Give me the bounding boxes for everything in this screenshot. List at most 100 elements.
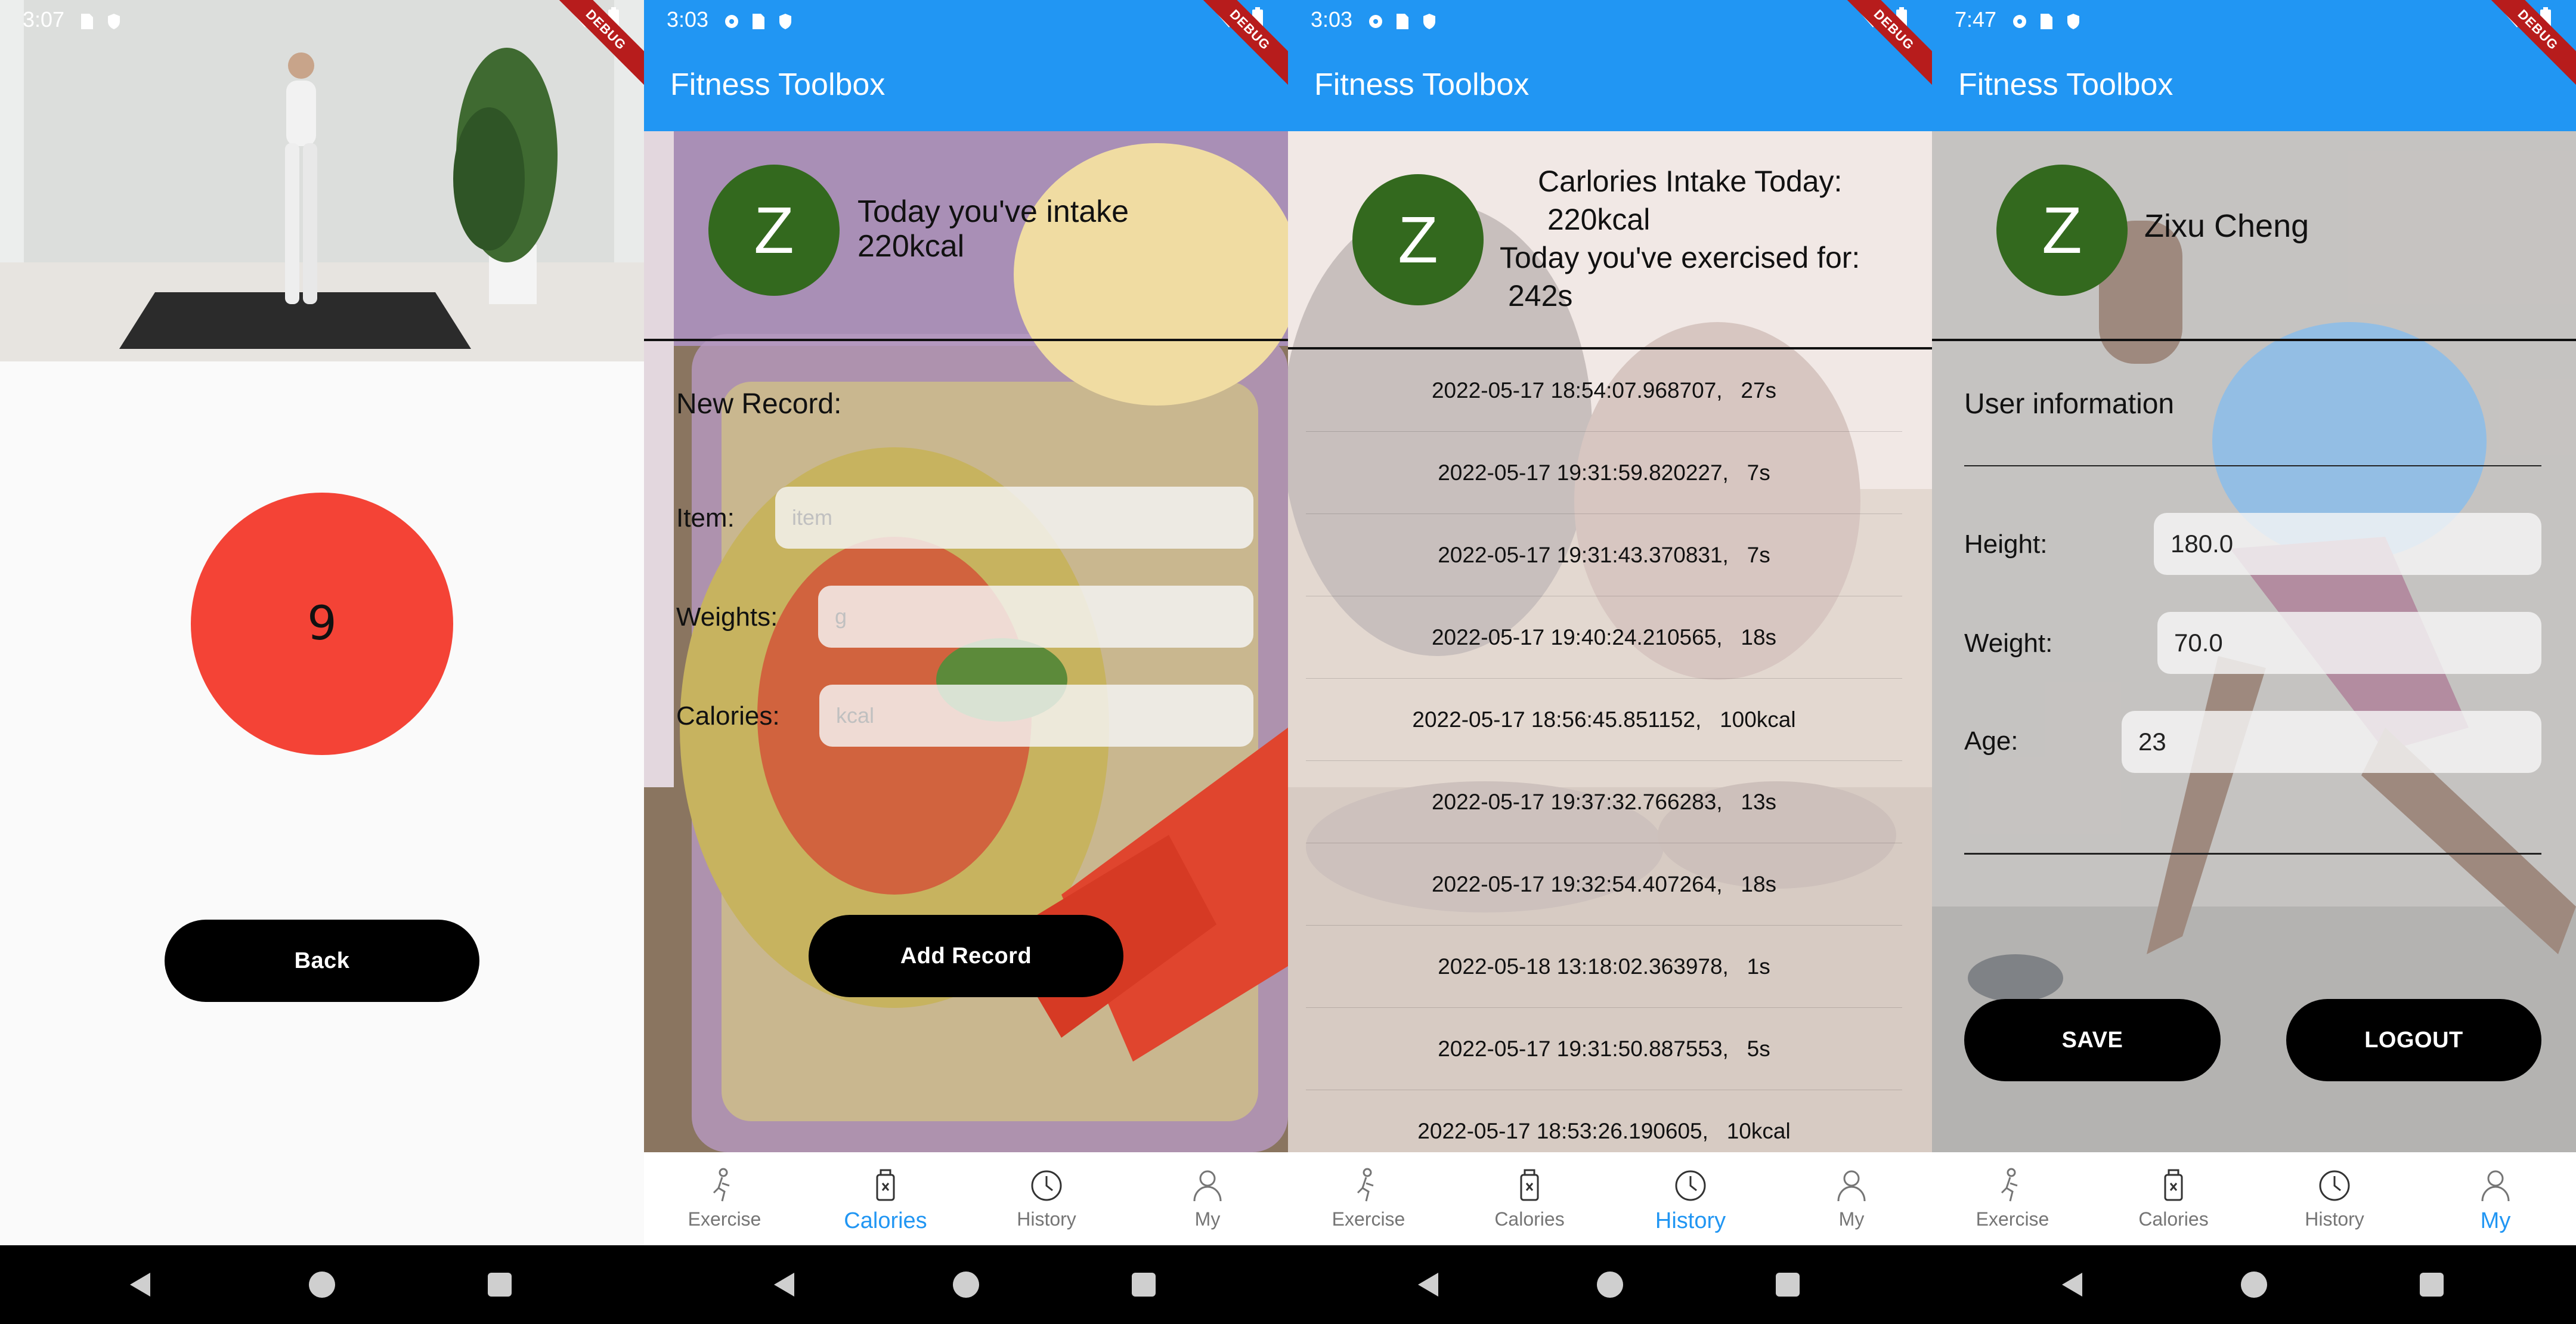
status-time: 3:03	[1311, 7, 1353, 32]
system-home-button[interactable]	[309, 1272, 335, 1298]
system-home-button[interactable]	[2241, 1272, 2267, 1298]
history-list-item[interactable]: 2022-05-17 19:32:54.407264, 18s	[1306, 843, 1902, 926]
calories-icon	[2164, 1169, 2183, 1201]
system-back-button[interactable]	[130, 1273, 150, 1297]
shield-icon	[106, 11, 123, 29]
item-label: Item:	[676, 503, 735, 533]
system-nav-bar	[1932, 1245, 2576, 1324]
nav-my-label: My	[1194, 1208, 1221, 1230]
calories-label: Calories:	[676, 701, 780, 731]
nav-calories[interactable]: Calories	[2093, 1152, 2254, 1245]
intake-heading: Carlories Intake Today:	[1538, 165, 1843, 198]
history-list-item[interactable]: 2022-05-17 19:40:24.210565, 18s	[1306, 596, 1902, 679]
nav-history[interactable]: History	[1610, 1152, 1771, 1245]
person-icon	[1193, 1170, 1222, 1202]
item-input[interactable]: item	[775, 487, 1253, 549]
save-button[interactable]: SAVE	[1964, 999, 2221, 1081]
nav-exercise[interactable]: Exercise	[644, 1152, 805, 1245]
nav-calories-label: Calories	[2138, 1208, 2209, 1230]
calories-icon	[876, 1169, 895, 1201]
app-title: Fitness Toolbox	[670, 67, 886, 102]
history-list[interactable]: 2022-05-17 18:54:07.968707, 27s 2022-05-1…	[1288, 349, 1932, 1173]
weights-label: Weights:	[676, 602, 778, 632]
nav-calories-label: Calories	[844, 1208, 927, 1233]
exercise-timer-screen: 3:07 DEBUG 9 Back	[0, 0, 644, 1324]
shield-icon	[2066, 11, 2082, 29]
exercise-value: 242s	[1508, 279, 1573, 313]
history-list-item[interactable]: 2022-05-17 19:31:59.820227, 7s	[1306, 432, 1902, 514]
profile-screen: Fitness Toolbox 7:47 DEBUG Z Zixu Cheng	[1932, 0, 2576, 1324]
nav-history[interactable]: History	[966, 1152, 1127, 1245]
system-back-button[interactable]	[1418, 1273, 1438, 1297]
gear-icon	[1367, 11, 1383, 29]
weights-input[interactable]: g	[818, 586, 1253, 648]
exercise-heading: Today you've exercised for:	[1500, 241, 1860, 274]
nav-history-label: History	[1655, 1208, 1726, 1233]
history-list-item[interactable]: 2022-05-17 18:54:07.968707, 27s	[1306, 349, 1902, 432]
clock-icon	[1031, 1170, 1062, 1201]
height-label: Height:	[1964, 530, 2048, 559]
bottom-navigation: Exercise Calories History My	[1288, 1152, 1932, 1245]
history-list-item[interactable]: 2022-05-17 19:31:50.887553, 5s	[1306, 1008, 1902, 1090]
add-record-button[interactable]: Add Record	[809, 915, 1123, 997]
nav-calories[interactable]: Calories	[1449, 1152, 1610, 1245]
user-info-label: User information	[1964, 388, 2175, 420]
person-icon	[2481, 1170, 2510, 1202]
history-screen: Fitness Toolbox 3:03 DEBUG Z Carlories I…	[1288, 0, 1932, 1324]
weight-input[interactable]: 70.0	[2157, 612, 2541, 674]
user-name: Zixu Cheng	[2144, 208, 2309, 244]
nav-calories-label: Calories	[1494, 1208, 1565, 1230]
avatar: Z	[1352, 174, 1484, 305]
nav-exercise-label: Exercise	[1976, 1208, 2049, 1230]
divider	[1932, 339, 2576, 341]
system-recents-button[interactable]	[1776, 1273, 1800, 1297]
form-underline	[1964, 853, 2541, 855]
exercise-video	[0, 0, 644, 361]
system-recents-button[interactable]	[2420, 1273, 2444, 1297]
status-time: 3:07	[23, 7, 65, 32]
nav-exercise[interactable]: Exercise	[1288, 1152, 1449, 1245]
nav-exercise-label: Exercise	[688, 1208, 761, 1230]
calories-content: Z Today you've intake 220kcal New Record…	[644, 131, 1288, 1152]
nav-my-label: My	[2480, 1208, 2511, 1233]
profile-content: Z Zixu Cheng User information Height: 18…	[1932, 131, 2576, 1152]
nav-history[interactable]: History	[2254, 1152, 2415, 1245]
gear-icon	[723, 11, 739, 29]
bottom-navigation: Exercise Calories History My	[1932, 1152, 2576, 1245]
system-back-button[interactable]	[774, 1273, 794, 1297]
nav-calories[interactable]: Calories	[805, 1152, 966, 1245]
status-time: 7:47	[1955, 7, 1997, 32]
calories-screen: Fitness Toolbox 3:03 DEBUG Z Today you'v…	[644, 0, 1288, 1324]
sd-card-icon	[750, 11, 767, 29]
nav-my[interactable]: My	[1127, 1152, 1288, 1245]
nav-exercise[interactable]: Exercise	[1932, 1152, 2093, 1245]
history-list-item[interactable]: 2022-05-18 13:18:02.363978, 1s	[1306, 926, 1902, 1008]
nav-my[interactable]: My	[2415, 1152, 2576, 1245]
weight-label: Weight:	[1964, 629, 2053, 658]
system-back-button[interactable]	[2062, 1273, 2082, 1297]
nav-exercise-label: Exercise	[1332, 1208, 1405, 1230]
system-recents-button[interactable]	[1132, 1273, 1156, 1297]
exercise-icon	[1357, 1168, 1374, 1202]
system-nav-bar	[1288, 1245, 1932, 1324]
logout-button[interactable]: LOGOUT	[2286, 999, 2541, 1081]
height-input[interactable]: 180.0	[2154, 513, 2541, 575]
calories-input[interactable]: kcal	[819, 685, 1253, 747]
history-list-item[interactable]: 2022-05-17 19:37:32.766283, 13s	[1306, 761, 1902, 843]
history-list-item[interactable]: 2022-05-17 19:31:43.370831, 7s	[1306, 514, 1902, 596]
sd-card-icon	[79, 11, 95, 29]
history-content: Z Carlories Intake Today: 220kcal Today …	[1288, 131, 1932, 1173]
summary-block: Carlories Intake Today: 220kcal Today yo…	[1500, 162, 1860, 315]
back-button[interactable]: Back	[165, 920, 479, 1002]
system-recents-button[interactable]	[488, 1273, 512, 1297]
countdown-value: 9	[307, 597, 337, 651]
age-input[interactable]: 23	[2122, 711, 2541, 773]
intake-value: 220kcal	[1547, 203, 1651, 236]
divider	[644, 339, 1288, 341]
system-home-button[interactable]	[953, 1272, 979, 1298]
avatar: Z	[1996, 165, 2128, 296]
history-list-item[interactable]: 2022-05-17 18:56:45.851152, 100kcal	[1306, 679, 1902, 761]
nav-my[interactable]: My	[1771, 1152, 1932, 1245]
system-home-button[interactable]	[1597, 1272, 1623, 1298]
clock-icon	[1675, 1170, 1706, 1201]
